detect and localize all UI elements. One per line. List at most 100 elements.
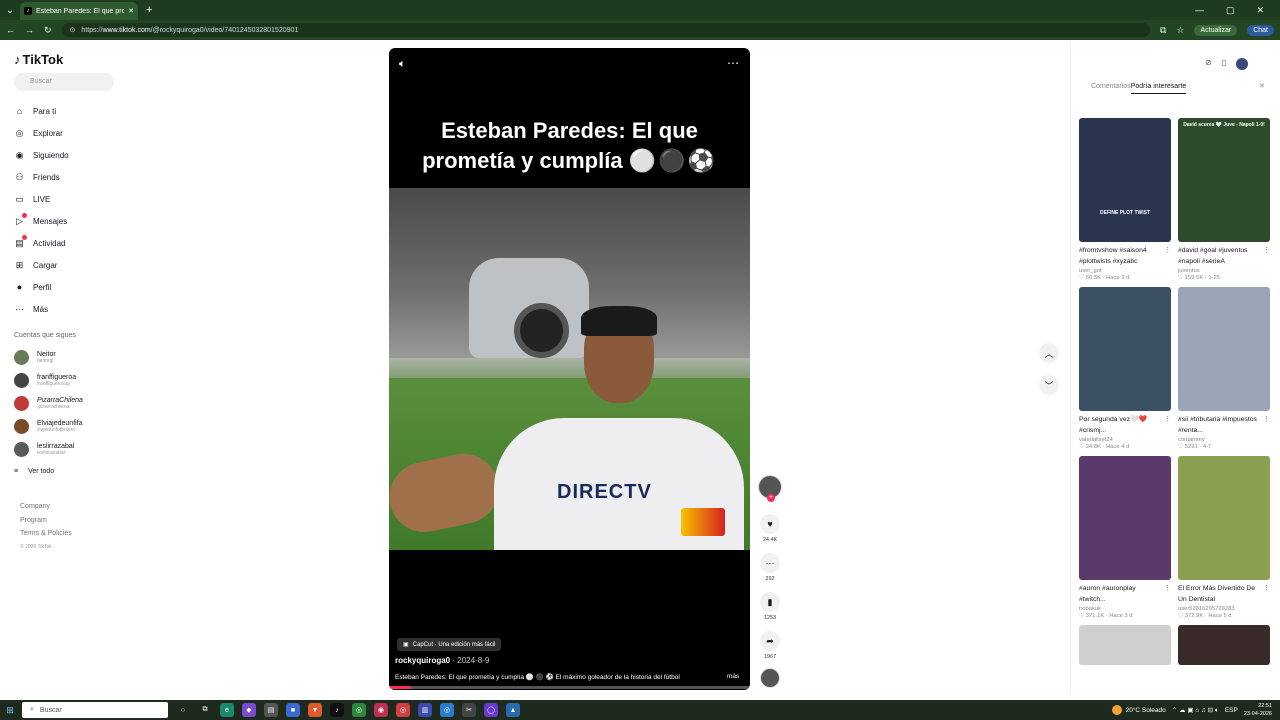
windows-start-icon[interactable]: ⊞ [0,705,20,716]
followed-account[interactable]: Elviajedeunfifa viajedunfutbolero [14,419,83,434]
next-video-button[interactable]: ﹀ [1039,375,1059,395]
new-tab-icon[interactable]: + [146,4,152,16]
video-card[interactable]: David scores 🤍 Juve - Napoli 1-0! #david … [1178,118,1270,281]
bookmark-star-icon[interactable]: ☆ [1176,25,1184,36]
video-card[interactable]: El Error Más Divertido De Un Dentistal ⋮ u… [1178,456,1270,619]
language-indicator[interactable]: ESP [1225,707,1238,714]
update-button[interactable]: Actualizar [1194,24,1238,36]
more-options-icon[interactable]: ⋯ [727,56,739,70]
kebab-icon[interactable]: ⋮ [1164,583,1171,594]
capcut-app-icon[interactable]: ✂ [462,703,476,717]
more-link[interactable]: más [727,673,739,680]
followed-account[interactable]: leslirrazabal lesliirrazabar [14,442,74,457]
video-card[interactable] [1079,625,1171,665]
capcut-badge[interactable]: ▣ CapCut · Una edición más fácil [397,638,502,651]
weather-widget[interactable]: 20°C Soleado [1111,705,1166,715]
edge-icon[interactable]: e [220,703,234,717]
browser-tab[interactable]: ♪ Esteban Paredes: El que prometí ✕ [20,2,138,20]
kebab-icon[interactable]: ⋮ [1263,583,1270,594]
followed-account[interactable]: PizarraChilena .pizarrachilena [14,396,83,411]
tiktok-app-icon[interactable]: ♪ [330,703,344,717]
forward-icon[interactable]: → [25,25,34,35]
nav-item-mensajes[interactable]: ▷ Mensajes [14,210,69,232]
extensions-icon[interactable]: ⧉ [1160,25,1166,36]
app-icon[interactable]: ◉ [374,703,388,717]
chrome-icon[interactable]: ◎ [352,703,366,717]
followed-account[interactable]: franffigueroa franffiguerosaji [14,373,76,388]
video-card[interactable]: #sii #tributaria #impuestos #renta... ⋮ co… [1178,287,1270,450]
close-icon[interactable]: ✕ [1259,82,1265,90]
card-thumbnail[interactable] [1079,456,1171,580]
url-field[interactable]: ⊙ https://www.tiktok.com/@rockyquiroga0/… [61,23,1150,37]
followed-account[interactable]: Neitor neitorgl [14,350,56,365]
card-user[interactable]: juventus [1178,268,1270,274]
nav-item-para-ti[interactable]: ⌂ Para ti [14,100,69,122]
heart-icon[interactable]: ♥ [760,514,780,534]
bookmark-icon[interactable]: ▮ [760,592,780,612]
back-icon[interactable]: ← [6,25,15,35]
nav-item-mas[interactable]: ⋯ Más [14,298,69,320]
chat-button[interactable]: Chat [1247,24,1274,36]
card-user[interactable]: user_got [1079,268,1171,274]
app-icon[interactable]: ◎ [440,703,454,717]
card-thumbnail[interactable]: DEFINE PLOT TWIST [1079,118,1171,242]
kebab-icon[interactable]: ⋮ [1263,245,1270,256]
tab-menu-icon[interactable]: ⌄ [0,0,20,20]
app-icon[interactable]: ◯ [484,703,498,717]
profile-avatar[interactable] [1236,58,1249,70]
follow-plus-icon[interactable]: + [767,494,775,502]
taskbar-search[interactable]: ⌕ Buscar [22,702,168,718]
video-card[interactable]: DEFINE PLOT TWIST #fromtvshow #saison4 #p… [1079,118,1171,281]
app-icon[interactable]: ▲ [506,703,520,717]
nav-item-cargar[interactable]: ⊞ Cargar [14,254,69,276]
video-card[interactable] [1178,625,1270,665]
card-user[interactable]: hobakuk [1079,606,1171,612]
clock[interactable]: 22:51 23-04-2026 [1244,702,1272,718]
compass-icon[interactable]: ⊘ [1205,58,1212,70]
creator-avatar[interactable]: + [758,475,782,502]
footer-link-terms[interactable]: Terms & Policies [20,527,72,541]
nav-item-actividad[interactable]: ▤ Actividad [14,232,69,254]
cortana-icon[interactable]: ○ [176,703,190,717]
reload-icon[interactable]: ↻ [44,25,52,36]
phone-icon[interactable]: ▯ [1222,58,1226,70]
previous-video-button[interactable]: ︿ [1039,343,1059,363]
video-card[interactable]: Por segunda vez🤍❤️ #crismj... ⋮ valerialis… [1079,287,1171,450]
share-action[interactable]: ➦ 1967 [758,631,782,660]
card-thumbnail[interactable] [1178,287,1270,411]
card-thumbnail[interactable] [1079,287,1171,411]
tab-might-interest[interactable]: Podría interesarte [1130,83,1187,94]
nav-item-friends[interactable]: ⚇ Friends [14,166,69,188]
kebab-icon[interactable]: ⋮ [1164,245,1171,256]
site-info-icon[interactable]: ⊙ [70,26,76,34]
app-icon[interactable]: ◆ [242,703,256,717]
see-all-link[interactable]: ≡ Ver todo [14,468,54,475]
share-icon[interactable]: ➦ [760,631,780,651]
close-window-icon[interactable]: ✕ [1256,5,1264,16]
nav-item-siguiendo[interactable]: ◉ Siguiendo [14,144,69,166]
kebab-icon[interactable]: ⋮ [1263,414,1270,425]
tiktok-logo[interactable]: ♪ TikTok [14,52,63,67]
music-disc[interactable] [758,668,782,688]
like-action[interactable]: ♥ 24.4K [758,514,782,543]
nav-item-live[interactable]: ▭ LIVE [14,188,69,210]
video-card[interactable]: #auron #auronplay #twitch... ⋮ hobakuk ♡ 37… [1079,456,1171,619]
card-user[interactable]: user52816295729283 [1178,606,1270,612]
minimize-icon[interactable]: — [1195,5,1204,16]
video-author[interactable]: rockyquiroga0 · 2024-8-9 [395,656,489,665]
volume-icon[interactable]: 🔈︎ [399,58,406,71]
card-thumbnail[interactable] [1178,625,1270,665]
video-player[interactable]: 🔈︎ ⋯ Esteban Paredes: El que prometía y … [389,48,750,690]
search-input[interactable]: Buscar [14,73,114,91]
close-tab-icon[interactable]: ✕ [128,7,134,15]
brave-icon[interactable]: ▼ [308,703,322,717]
footer-link-company[interactable]: Company [20,500,72,514]
tray-icons[interactable]: ⌃ ☁ ▣ ⌂ ♫ ⊟ 🔈︎ [1172,706,1219,715]
footer-link-program[interactable]: Program [20,514,72,528]
nav-item-explorar[interactable]: ◎ Explorar [14,122,69,144]
card-user[interactable]: contammy [1178,437,1270,443]
card-user[interactable]: valerialiset24 [1079,437,1171,443]
card-thumbnail[interactable] [1079,625,1171,665]
video-progress-bar[interactable] [389,686,750,689]
app-icon[interactable]: ▤ [264,703,278,717]
